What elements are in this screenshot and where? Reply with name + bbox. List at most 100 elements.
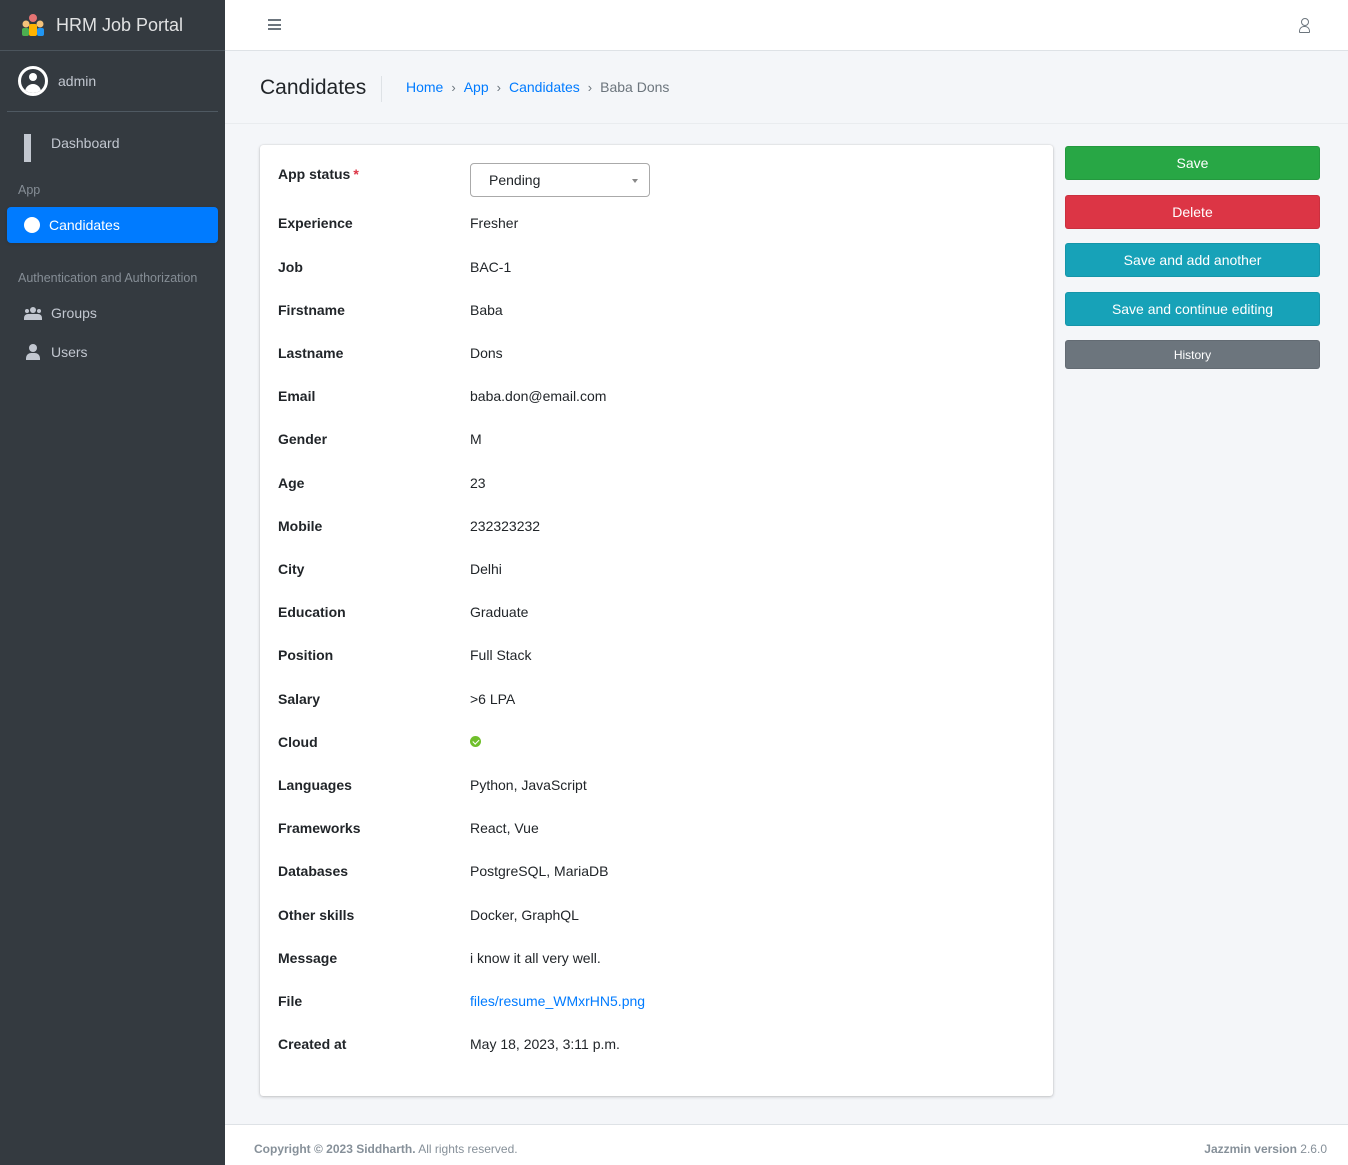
field-label: Salary (278, 691, 321, 707)
breadcrumb-app[interactable]: App (464, 79, 489, 95)
form-row-position: Position Full Stack (278, 645, 531, 665)
form-row-lastname: Lastname Dons (278, 343, 503, 363)
user-menu-icon[interactable] (1299, 18, 1311, 33)
field-value: 23 (470, 475, 486, 491)
field-label: Firstname (278, 302, 345, 318)
brand-link[interactable]: HRM Job Portal (0, 0, 225, 51)
save-and-add-another-button[interactable]: Save and add another (1065, 243, 1320, 277)
sidebar-item-users[interactable]: Users (7, 334, 218, 370)
sidebar-item-label: Users (51, 344, 88, 360)
save-and-continue-button[interactable]: Save and continue editing (1065, 292, 1320, 326)
menu-toggle-icon[interactable] (268, 19, 281, 30)
sidebar-item-candidates[interactable]: Candidates (7, 207, 218, 243)
field-value: i know it all very well. (470, 950, 601, 966)
top-navbar (225, 0, 1348, 51)
version-number: 2.6.0 (1296, 1142, 1327, 1156)
form-row-salary: Salary >6 LPA (278, 689, 515, 709)
field-value: >6 LPA (470, 691, 516, 707)
field-value: PostgreSQL, MariaDB (470, 863, 609, 879)
brand-logo-icon (20, 12, 46, 38)
copyright-rest: All rights reserved. (415, 1142, 518, 1156)
form-row-education: Education Graduate (278, 602, 528, 622)
sidebar-item-label: Groups (51, 305, 97, 321)
form-row-city: City Delhi (278, 559, 502, 579)
sidebar-item-label: Candidates (49, 217, 120, 233)
field-value: May 18, 2023, 3:11 p.m. (470, 1036, 620, 1052)
check-circle-icon (470, 736, 481, 747)
app-status-selected: Pending (489, 172, 541, 188)
form-row-mobile: Mobile 232323232 (278, 516, 540, 536)
field-label: Position (278, 647, 334, 663)
breadcrumb-separator: › (451, 79, 456, 95)
footer: Copyright © 2023 Siddharth. All rights r… (225, 1124, 1348, 1165)
field-label: Databases (278, 863, 349, 879)
page-title: Candidates (260, 76, 383, 102)
field-label: Experience (278, 215, 353, 231)
field-value: baba.don@email.com (470, 388, 607, 404)
app-status-select[interactable]: Pending (470, 163, 650, 197)
delete-button[interactable]: Delete (1065, 195, 1320, 229)
form-row-app-status: App status * Pending (278, 163, 650, 197)
sidebar-item-groups[interactable]: Groups (7, 295, 218, 331)
history-button[interactable]: History (1065, 340, 1320, 369)
brand-title: HRM Job Portal (56, 14, 184, 35)
sidebar-item-label: Dashboard (51, 135, 120, 151)
form-row-age: Age 23 (278, 473, 486, 493)
field-label: Cloud (278, 734, 318, 750)
circle-icon (24, 217, 40, 233)
users-icon (24, 304, 42, 322)
breadcrumb: Home › App › Candidates › Baba Dons (406, 79, 669, 95)
breadcrumb-home[interactable]: Home (406, 79, 443, 95)
field-value: Delhi (470, 561, 502, 577)
field-value: Full Stack (470, 647, 532, 663)
field-label: Lastname (278, 345, 344, 361)
field-label: City (278, 561, 305, 577)
form-row-frameworks: Frameworks React, Vue (278, 818, 539, 838)
field-label: Age (278, 475, 305, 491)
form-row-message: Message i know it all very well. (278, 948, 601, 968)
required-mark: * (353, 166, 359, 182)
form-row-firstname: Firstname Baba (278, 300, 503, 320)
sidebar-item-dashboard[interactable]: Dashboard (7, 125, 218, 162)
field-value (470, 734, 481, 750)
breadcrumb-candidates[interactable]: Candidates (509, 79, 580, 95)
form-row-other-skills: Other skills Docker, GraphQL (278, 905, 579, 925)
field-label: Languages (278, 777, 352, 793)
field-label: App status * (278, 166, 359, 182)
file-link[interactable]: files/resume_WMxrHN5.png (470, 993, 645, 1009)
user-name[interactable]: admin (58, 73, 96, 89)
user-icon (24, 343, 42, 361)
field-value: Graduate (470, 604, 529, 620)
sidebar: HRM Job Portal admin Dashboard App Candi… (0, 0, 225, 1165)
footer-copyright: Copyright © 2023 Siddharth. All rights r… (254, 1142, 518, 1156)
field-label: Message (278, 950, 338, 966)
field-label: Job (278, 259, 303, 275)
field-value: M (470, 431, 482, 447)
field-label: Gender (278, 431, 328, 447)
form-row-cloud: Cloud (278, 732, 481, 752)
breadcrumb-separator: › (587, 79, 593, 95)
version-label: Jazzmin version (1204, 1142, 1297, 1156)
field-label: Frameworks (278, 820, 361, 836)
field-value: 232323232 (470, 518, 541, 534)
candidate-form-card: App status * Pending Experience Fresher Jo… (260, 145, 1053, 1096)
save-button[interactable]: Save (1065, 146, 1320, 180)
form-row-job: Job BAC-1 (278, 257, 511, 277)
dashboard-icon (24, 134, 42, 162)
sidebar-nav: Dashboard App Candidates Authentication … (0, 112, 225, 381)
form-row-file: File files/resume_WMxrHN5.png (278, 991, 645, 1011)
field-label: Education (278, 604, 346, 620)
field-label: Created at (278, 1036, 347, 1052)
field-label: File (278, 993, 303, 1009)
breadcrumb-separator: › (496, 79, 501, 95)
form-row-email: Email baba.don@email.com (278, 386, 606, 406)
user-panel[interactable]: admin (7, 51, 218, 112)
form-row-databases: Databases PostgreSQL, MariaDB (278, 861, 609, 881)
sidebar-section-auth: Authentication and Authorization (18, 271, 198, 285)
field-value: React, Vue (470, 820, 539, 836)
field-label: Mobile (278, 518, 323, 534)
field-value: files/resume_WMxrHN5.png (470, 993, 645, 1009)
breadcrumb-current: Baba Dons (600, 79, 670, 95)
form-row-languages: Languages Python, JavaScript (278, 775, 587, 795)
content-header: Candidates Home › App › Candidates › Bab… (225, 51, 1348, 124)
